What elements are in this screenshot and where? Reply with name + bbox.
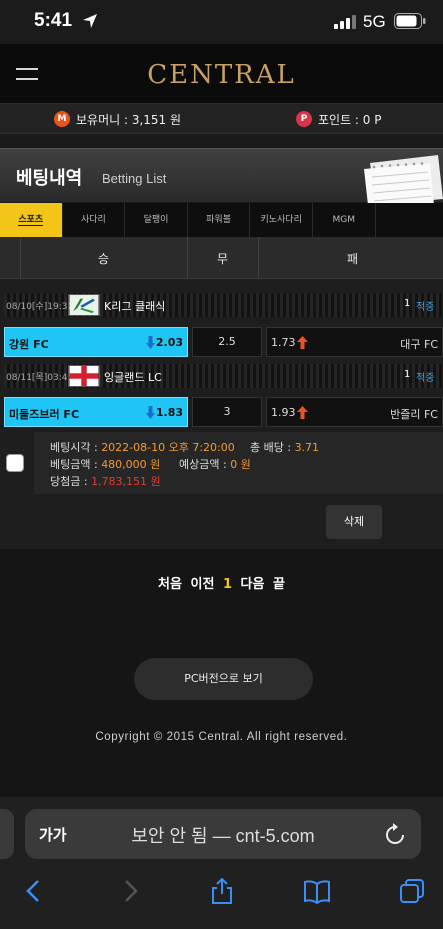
share-icon[interactable] [208, 877, 236, 905]
tab-sports[interactable]: 스포츠 [0, 203, 63, 237]
network-type: 5G [363, 12, 386, 31]
league-row: 08/11[목]03:45 잉글랜드 LC 1 적중 [4, 364, 443, 388]
tab-mgm[interactable]: MGM [313, 203, 376, 237]
page-prev-link[interactable]: 이전 [191, 577, 215, 592]
ios-status-bar: 5:41 5G [0, 0, 443, 44]
winnings-label: 당첨금 : [50, 475, 92, 488]
draw-odds-button[interactable]: 2.5 [192, 327, 262, 357]
page-last-link[interactable]: 끝 [273, 577, 285, 592]
back-icon[interactable] [20, 877, 48, 905]
bet-summary: 베팅시각 : 2022-08-10 오후 7:20:00 총 배당 : 3.71… [34, 432, 443, 494]
page-current[interactable]: 1 [223, 577, 232, 592]
arrow-down-icon [146, 406, 155, 419]
tab-label: 사다리 [80, 215, 106, 225]
tab-label: 키노사다리 [260, 215, 302, 225]
reload-icon[interactable] [385, 823, 405, 845]
home-team: 미들즈브러 FC [9, 408, 80, 421]
odds-row: 미들즈브러 FC 1.83 3 1.93 반즐리 FC [4, 397, 443, 427]
away-team: 반즐리 FC [390, 408, 438, 421]
money-coin-icon: M [54, 111, 70, 127]
tab-label: MGM [332, 215, 356, 225]
league-name: 잉글랜드 LC [104, 371, 162, 384]
tab-keno-ladder[interactable]: 키노사다리 [250, 203, 313, 237]
bet-time-label: 베팅시각 : [50, 441, 102, 454]
page-title-band: 베팅내역 Betting List [0, 148, 443, 205]
url-text: 보안 안 됨 — cnt-5.com [131, 826, 315, 846]
game-tabs: 스포츠 사다리 달팽이 파워볼 키노사다리 MGM [0, 203, 443, 237]
col-lose: 패 [347, 252, 359, 266]
cellular-signal-icon [334, 15, 356, 29]
status-time: 5:41 [34, 10, 73, 31]
result-status: 적중 [416, 302, 435, 313]
previous-tab-edge[interactable] [0, 809, 14, 859]
bet-amount-value: 480,000 원 [101, 458, 161, 471]
money-balance: 보유머니 : 3,151 원 [76, 113, 182, 127]
safari-toolbar: 가가 보안 안 됨 — cnt-5.com [0, 797, 443, 929]
away-odds: 1.73 [271, 336, 296, 349]
arrow-down-icon [146, 336, 155, 349]
match-date: 08/11[목]03:45 [6, 373, 74, 383]
england-flag-icon [68, 365, 100, 387]
page-subtitle: Betting List [102, 171, 167, 186]
battery-icon [394, 13, 426, 29]
pagination: 처음 이전 1 다음 끝 [0, 573, 443, 592]
home-odds-button[interactable]: 강원 FC 2.03 [4, 327, 188, 357]
bet-count: 1 [404, 369, 411, 380]
bet-count: 1 [404, 298, 411, 309]
bet-amount-label: 베팅금액 : [50, 458, 102, 471]
select-bet-checkbox[interactable] [6, 454, 24, 472]
draw-odds-button[interactable]: 3 [192, 397, 262, 427]
bet-time-value: 2022-08-10 오후 7:20:00 [101, 441, 235, 454]
pc-version-button[interactable]: PC버전으로 보기 [134, 658, 313, 700]
home-odds-button[interactable]: 미들즈브러 FC 1.83 [4, 397, 188, 427]
tab-snail[interactable]: 달팽이 [125, 203, 188, 237]
away-team: 대구 FC [400, 338, 438, 351]
tab-ladder[interactable]: 사다리 [63, 203, 126, 237]
col-draw: 무 [217, 252, 229, 266]
k-league-logo-icon [68, 294, 100, 316]
bookmarks-icon[interactable] [303, 877, 331, 905]
copyright-text: Copyright © 2015 Central. All right rese… [95, 731, 348, 743]
arrow-up-icon [297, 336, 308, 349]
point-balance: 포인트 : 0 P [318, 113, 382, 127]
page-first-link[interactable]: 처음 [158, 577, 182, 592]
tab-powerball[interactable]: 파워볼 [188, 203, 251, 237]
winnings-value: 1,783,151 원 [91, 475, 161, 488]
match-date: 08/10[수]19:30 [6, 302, 74, 312]
col-win: 승 [98, 252, 110, 266]
page-footer: 처음 이전 1 다음 끝 PC버전으로 보기 Copyright © 2015 … [0, 549, 443, 797]
site-header: CENTRAL [0, 44, 443, 104]
tab-label: 스포츠 [18, 215, 44, 226]
page-next-link[interactable]: 다음 [241, 577, 265, 592]
result-status: 적중 [416, 373, 435, 384]
odds-row: 강원 FC 2.03 2.5 1.73 대구 FC [4, 327, 443, 357]
column-headers: 승 무 패 [0, 237, 443, 279]
league-row: 08/10[수]19:30 K리그 클래식 1 적중 [4, 293, 443, 317]
page-title: 베팅내역 [16, 168, 83, 189]
tabs-icon[interactable] [398, 877, 426, 905]
site-logo[interactable]: CENTRAL [0, 60, 443, 90]
away-odds-button[interactable]: 1.93 반즐리 FC [266, 397, 443, 427]
home-team: 강원 FC [9, 338, 49, 351]
location-arrow-icon [83, 14, 97, 28]
total-odds-label: 총 배당 : [250, 441, 295, 454]
point-coin-icon: P [296, 111, 312, 127]
away-odds: 1.93 [271, 406, 296, 419]
league-name: K리그 클래식 [104, 300, 166, 313]
expected-amount-value: 0 원 [230, 458, 251, 471]
forward-icon[interactable] [116, 877, 144, 905]
address-bar[interactable]: 가가 보안 안 됨 — cnt-5.com [25, 809, 421, 859]
bet-slip: 08/10[수]19:30 K리그 클래식 1 적중 강원 FC 2.03 2.… [0, 279, 443, 549]
home-odds: 1.83 [155, 406, 183, 419]
account-bar: M 보유머니 : 3,151 원 P 포인트 : 0 P [0, 104, 443, 134]
home-odds: 2.03 [155, 336, 183, 349]
arrow-up-icon [297, 406, 308, 419]
expected-amount-label: 예상금액 : [179, 458, 231, 471]
tab-label: 파워볼 [206, 215, 231, 225]
total-odds-value: 3.71 [294, 441, 320, 454]
tab-label: 달팽이 [143, 215, 169, 225]
paper-sheets-icon [364, 155, 443, 205]
delete-button[interactable]: 삭제 [326, 505, 382, 539]
away-odds-button[interactable]: 1.73 대구 FC [266, 327, 443, 357]
